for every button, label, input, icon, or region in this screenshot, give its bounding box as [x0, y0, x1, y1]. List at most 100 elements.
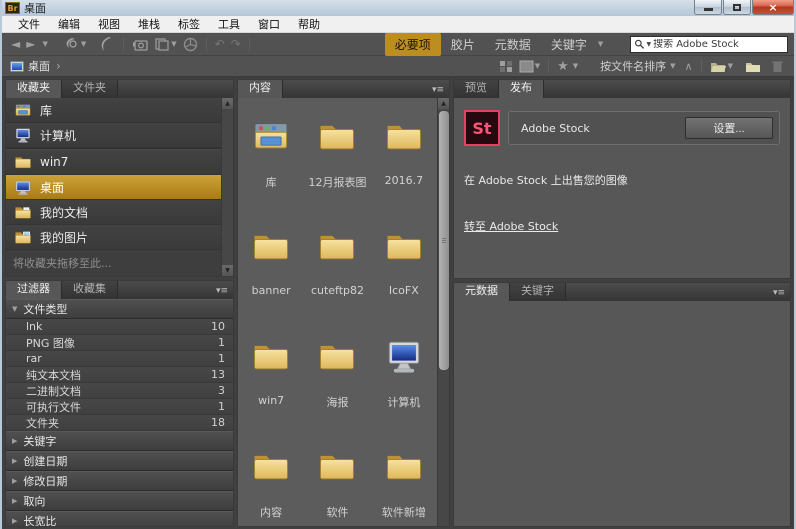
filter-item-png[interactable]: PNG 图像 1 [6, 335, 233, 351]
tab-favorites[interactable]: 收藏夹 [6, 79, 62, 98]
search-box: ▼ [630, 36, 788, 53]
menu-window[interactable]: 窗口 [249, 16, 289, 32]
title-bar[interactable]: Br 桌面 × [2, 0, 794, 16]
tab-keywords[interactable]: 关键字 [510, 282, 566, 301]
menu-stacks[interactable]: 堆栈 [129, 16, 169, 32]
sort-direction-icon[interactable]: ∧ [682, 61, 696, 72]
workspace-tab-keywords[interactable]: 关键字 [541, 33, 597, 56]
import-from-camera-icon[interactable] [129, 38, 151, 51]
new-folder-icon[interactable] [742, 60, 764, 73]
thumbnail-view-icon[interactable] [496, 60, 516, 73]
content-item-folder[interactable]: win7 [238, 324, 304, 434]
scroll-down-icon[interactable]: ▼ [222, 265, 234, 276]
center-column: 内容 ▾≡ 库 12月报表图 [237, 79, 450, 527]
app-toolbar: ◄ ► ▼ ▼ ▼ ↶ ↷ 必要项 胶片 元数据 关键字 ▼ [2, 33, 794, 56]
search-input[interactable] [653, 39, 784, 50]
filter-item-binary[interactable]: 二进制文档 3 [6, 383, 233, 399]
sort-label[interactable]: 按文件名排序 [600, 58, 666, 74]
favorite-item-computer[interactable]: 计算机 [6, 123, 221, 148]
batch-rename-icon[interactable]: ▼ [151, 37, 179, 51]
rotate-left-icon[interactable]: ↶ [212, 38, 228, 50]
detail-view-icon[interactable]: ▼ [516, 60, 543, 73]
star-dropdown-icon[interactable]: ▼ [573, 62, 578, 70]
menu-help[interactable]: 帮助 [289, 16, 329, 32]
refine-icon[interactable] [180, 37, 201, 52]
content-item-folder[interactable]: banner [238, 214, 304, 324]
content-item-folder[interactable]: 12月报表图 [304, 104, 370, 214]
filter-group-keywords[interactable]: ▶ 关键字 [6, 431, 233, 451]
filter-item-rar[interactable]: rar 1 [6, 351, 233, 367]
content-scrollbar[interactable]: ▲ [437, 98, 449, 526]
content-item-folder[interactable]: cuteftp82 [304, 214, 370, 324]
tab-filter[interactable]: 过滤器 [6, 280, 62, 299]
content-item-libraries[interactable]: 库 [238, 104, 304, 214]
favorite-item-desktop[interactable]: 桌面 [6, 175, 221, 200]
content-item-folder[interactable]: 2016.7 [371, 104, 437, 214]
filter-item-folder[interactable]: 文件夹 18 [6, 415, 233, 431]
minimize-button[interactable] [694, 0, 722, 15]
filter-group-file-type[interactable]: ▼ 文件类型 [6, 299, 233, 319]
breadcrumb-chevron-icon: › [56, 59, 61, 73]
favorite-item-my-documents[interactable]: 我的文档 [6, 200, 221, 225]
filter-item-executable[interactable]: 可执行文件 1 [6, 399, 233, 415]
breadcrumb-desktop[interactable]: 桌面 [28, 58, 50, 74]
tab-publish[interactable]: 发布 [499, 79, 544, 98]
panel-menu-icon[interactable]: ▾≡ [768, 285, 790, 301]
menu-view[interactable]: 视图 [89, 16, 129, 32]
go-to-adobe-stock-link[interactable]: 转至 Adobe Stock [464, 218, 558, 234]
delete-icon[interactable] [769, 60, 786, 73]
tab-collections[interactable]: 收藏集 [62, 280, 118, 299]
filter-group-aspect-ratio[interactable]: ▶ 长宽比 [6, 511, 233, 526]
workspace-tab-metadata[interactable]: 元数据 [485, 33, 541, 56]
collapsed-triangle-icon: ▶ [12, 497, 17, 505]
boomerang-icon[interactable] [97, 37, 118, 52]
filter-item-lnk[interactable]: lnk 10 [6, 319, 233, 335]
tab-metadata[interactable]: 元数据 [454, 282, 510, 301]
sort-dropdown-icon[interactable]: ▼ [670, 62, 675, 70]
content-item-folder[interactable]: 软件 [304, 434, 370, 526]
tab-content[interactable]: 内容 [238, 79, 283, 98]
content-item-folder[interactable]: 内容 [238, 434, 304, 526]
maximize-button[interactable] [723, 0, 751, 15]
filter-group-date-created[interactable]: ▶ 创建日期 [6, 451, 233, 471]
filter-group-orientation[interactable]: ▶ 取向 [6, 491, 233, 511]
filter-item-plain-text[interactable]: 纯文本文档 13 [6, 367, 233, 383]
scroll-up-icon[interactable]: ▲ [222, 98, 234, 109]
workspace-tab-essentials[interactable]: 必要项 [385, 33, 441, 56]
content-item-folder[interactable]: 海报 [304, 324, 370, 434]
close-button[interactable]: × [752, 0, 794, 15]
menu-label[interactable]: 标签 [169, 16, 209, 32]
boomerang-menu-icon[interactable]: ▼ [61, 37, 89, 51]
rotate-right-icon[interactable]: ↷ [228, 38, 244, 50]
menu-edit[interactable]: 编辑 [49, 16, 89, 32]
view-dropdown-icon: ▼ [535, 63, 540, 70]
search-scope-dropdown-icon[interactable]: ▼ [646, 41, 651, 48]
toolbar-separator [123, 37, 124, 51]
scroll-up-icon[interactable]: ▲ [438, 98, 450, 109]
content-item-folder[interactable]: 软件新增 [371, 434, 437, 526]
favorites-scrollbar[interactable]: ▲ ▼ [221, 98, 233, 276]
panel-menu-icon[interactable]: ▾≡ [211, 283, 233, 299]
menu-tools[interactable]: 工具 [209, 16, 249, 32]
settings-button[interactable]: 设置... [685, 117, 773, 139]
history-dropdown-icon[interactable]: ▼ [39, 41, 50, 48]
forward-icon[interactable]: ► [23, 38, 38, 50]
workspace-tab-filmstrip[interactable]: 胶片 [441, 33, 485, 56]
open-folder-icon[interactable]: ▼ [707, 60, 736, 73]
workspace-dropdown-icon[interactable]: ▼ [598, 40, 603, 48]
back-icon[interactable]: ◄ [8, 38, 23, 50]
menu-file[interactable]: 文件 [9, 16, 49, 32]
tab-folders[interactable]: 文件夹 [62, 79, 118, 98]
favorite-item-libraries[interactable]: 库 [6, 98, 221, 123]
favorite-item-win7[interactable]: win7 [6, 150, 221, 175]
favorites-drop-hint: 将收藏夹拖移至此... [6, 250, 221, 271]
content-item-computer[interactable]: 计算机 [371, 324, 437, 434]
filter-group-date-modified[interactable]: ▶ 修改日期 [6, 471, 233, 491]
panel-menu-icon[interactable]: ▾≡ [427, 82, 449, 98]
favorite-item-my-pictures[interactable]: 我的图片 [6, 225, 221, 250]
tab-preview[interactable]: 预览 [454, 79, 499, 98]
breadcrumb[interactable]: 桌面 › [10, 58, 67, 74]
star-filter-icon[interactable]: ★ [554, 60, 572, 73]
scrollbar-thumb[interactable] [439, 111, 449, 370]
content-item-folder[interactable]: IcoFX [371, 214, 437, 324]
